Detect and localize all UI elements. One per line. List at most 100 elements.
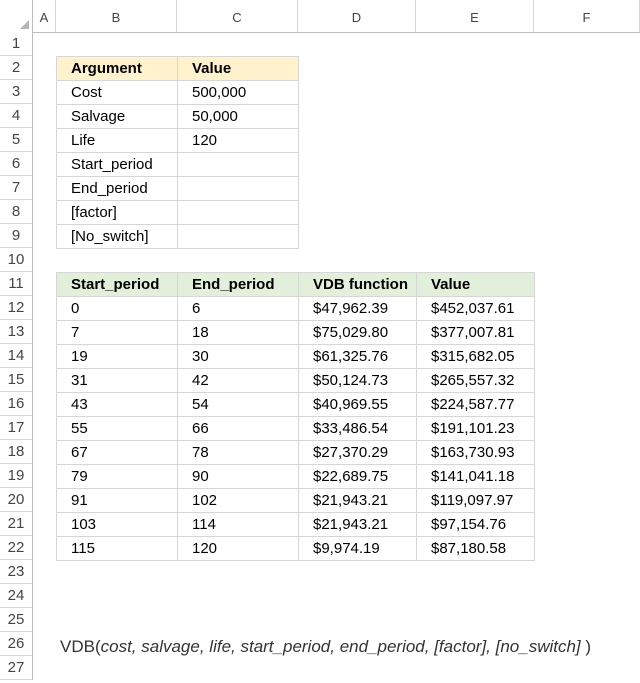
- row-header-26[interactable]: 26: [0, 632, 33, 656]
- vdb-cell[interactable]: $75,029.80: [298, 320, 417, 345]
- row-header-10[interactable]: 10: [0, 248, 33, 272]
- row-header-27[interactable]: 27: [0, 656, 33, 680]
- args-cell[interactable]: [No_switch]: [56, 224, 178, 249]
- column-header-c[interactable]: C: [177, 0, 298, 32]
- row-header-1[interactable]: 1: [0, 32, 33, 56]
- vdb-cell[interactable]: 79: [56, 464, 178, 489]
- vdb-cell[interactable]: $87,180.58: [416, 536, 535, 561]
- row-header-4[interactable]: 4: [0, 104, 33, 128]
- column-header-e[interactable]: E: [416, 0, 534, 32]
- vdb-cell[interactable]: 102: [177, 488, 299, 513]
- vdb-cell[interactable]: 55: [56, 416, 178, 441]
- args-cell[interactable]: Salvage: [56, 104, 178, 129]
- row-header-22[interactable]: 22: [0, 536, 33, 560]
- row-header-7[interactable]: 7: [0, 176, 33, 200]
- vdb-cell[interactable]: $224,587.77: [416, 392, 535, 417]
- row-header-2[interactable]: 2: [0, 56, 33, 80]
- vdb-cell[interactable]: 30: [177, 344, 299, 369]
- vdb-cell[interactable]: $377,007.81: [416, 320, 535, 345]
- vdb-cell[interactable]: $265,557.32: [416, 368, 535, 393]
- vdb-cell[interactable]: $22,689.75: [298, 464, 417, 489]
- vdb-cell[interactable]: 91: [56, 488, 178, 513]
- vdb-cell[interactable]: $141,041.18: [416, 464, 535, 489]
- column-header-a[interactable]: A: [33, 0, 56, 32]
- vdb-cell[interactable]: $27,370.29: [298, 440, 417, 465]
- vdb-cell[interactable]: $61,325.76: [298, 344, 417, 369]
- args-cell[interactable]: [177, 152, 299, 177]
- vdb-cell[interactable]: $21,943.21: [298, 488, 417, 513]
- vdb-header-cell[interactable]: VDB function: [298, 272, 417, 297]
- vdb-cell[interactable]: 19: [56, 344, 178, 369]
- column-header-d[interactable]: D: [298, 0, 416, 32]
- vdb-cell[interactable]: $97,154.76: [416, 512, 535, 537]
- vdb-cell[interactable]: $191,101.23: [416, 416, 535, 441]
- row-header-18[interactable]: 18: [0, 440, 33, 464]
- row-header-11[interactable]: 11: [0, 272, 33, 296]
- args-cell[interactable]: 120: [177, 128, 299, 153]
- vdb-cell[interactable]: 0: [56, 296, 178, 321]
- vdb-cell[interactable]: 67: [56, 440, 178, 465]
- row-header-12[interactable]: 12: [0, 296, 33, 320]
- vdb-cell[interactable]: $40,969.55: [298, 392, 417, 417]
- vdb-cell[interactable]: $21,943.21: [298, 512, 417, 537]
- args-cell[interactable]: Life: [56, 128, 178, 153]
- args-cell[interactable]: Cost: [56, 80, 178, 105]
- args-cell[interactable]: Start_period: [56, 152, 178, 177]
- vdb-cell[interactable]: $50,124.73: [298, 368, 417, 393]
- args-header-cell[interactable]: Value: [177, 56, 299, 81]
- select-all-corner[interactable]: [0, 0, 33, 32]
- row-header-15[interactable]: 15: [0, 368, 33, 392]
- vdb-cell[interactable]: 120: [177, 536, 299, 561]
- vdb-header-cell[interactable]: Start_period: [56, 272, 178, 297]
- args-cell[interactable]: 50,000: [177, 104, 299, 129]
- args-cell[interactable]: [177, 176, 299, 201]
- vdb-cell[interactable]: $452,037.61: [416, 296, 535, 321]
- vdb-header-cell[interactable]: Value: [416, 272, 535, 297]
- vdb-cell[interactable]: 6: [177, 296, 299, 321]
- vdb-cell[interactable]: 54: [177, 392, 299, 417]
- vdb-cell[interactable]: 114: [177, 512, 299, 537]
- formula-close-paren: ): [580, 637, 592, 656]
- vdb-cell[interactable]: $47,962.39: [298, 296, 417, 321]
- args-header-cell[interactable]: Argument: [56, 56, 178, 81]
- vdb-cell[interactable]: 42: [177, 368, 299, 393]
- args-cell[interactable]: 500,000: [177, 80, 299, 105]
- row-header-5[interactable]: 5: [0, 128, 33, 152]
- row-header-17[interactable]: 17: [0, 416, 33, 440]
- row-header-23[interactable]: 23: [0, 560, 33, 584]
- select-all-triangle-icon: [20, 20, 29, 29]
- vdb-cell[interactable]: $119,097.97: [416, 488, 535, 513]
- args-cell[interactable]: [177, 200, 299, 225]
- args-cell[interactable]: [factor]: [56, 200, 178, 225]
- row-header-9[interactable]: 9: [0, 224, 33, 248]
- row-header-25[interactable]: 25: [0, 608, 33, 632]
- vdb-cell[interactable]: 66: [177, 416, 299, 441]
- args-cell[interactable]: End_period: [56, 176, 178, 201]
- vdb-cell[interactable]: 31: [56, 368, 178, 393]
- row-header-24[interactable]: 24: [0, 584, 33, 608]
- row-header-3[interactable]: 3: [0, 80, 33, 104]
- row-header-6[interactable]: 6: [0, 152, 33, 176]
- row-header-16[interactable]: 16: [0, 392, 33, 416]
- vdb-cell[interactable]: $9,974.19: [298, 536, 417, 561]
- vdb-header-cell[interactable]: End_period: [177, 272, 299, 297]
- row-header-20[interactable]: 20: [0, 488, 33, 512]
- column-header-f[interactable]: F: [534, 0, 640, 32]
- row-header-19[interactable]: 19: [0, 464, 33, 488]
- row-header-21[interactable]: 21: [0, 512, 33, 536]
- column-header-b[interactable]: B: [56, 0, 177, 32]
- vdb-cell[interactable]: 43: [56, 392, 178, 417]
- vdb-cell[interactable]: 78: [177, 440, 299, 465]
- row-header-13[interactable]: 13: [0, 320, 33, 344]
- vdb-cell[interactable]: 7: [56, 320, 178, 345]
- row-header-14[interactable]: 14: [0, 344, 33, 368]
- vdb-cell[interactable]: 103: [56, 512, 178, 537]
- vdb-cell[interactable]: $315,682.05: [416, 344, 535, 369]
- args-cell[interactable]: [177, 224, 299, 249]
- vdb-cell[interactable]: $33,486.54: [298, 416, 417, 441]
- row-header-8[interactable]: 8: [0, 200, 33, 224]
- vdb-cell[interactable]: 90: [177, 464, 299, 489]
- vdb-cell[interactable]: 115: [56, 536, 178, 561]
- vdb-cell[interactable]: $163,730.93: [416, 440, 535, 465]
- vdb-cell[interactable]: 18: [177, 320, 299, 345]
